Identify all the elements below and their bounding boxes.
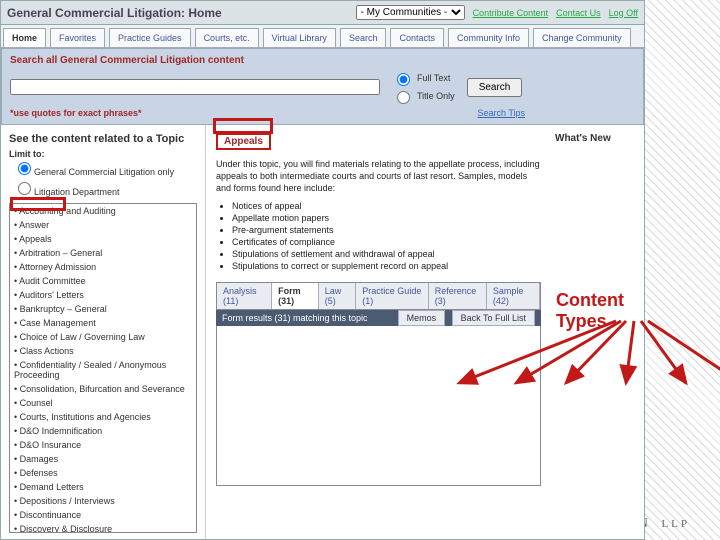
- topic-item[interactable]: • Auditors' Letters: [10, 288, 196, 302]
- topic-item[interactable]: • Bankruptcy – General: [10, 302, 196, 316]
- results-caption: Form results (31) matching this topic: [222, 313, 368, 323]
- topic-item[interactable]: • Discovery & Disclosure: [10, 522, 196, 533]
- whats-new-heading: What's New: [555, 133, 638, 144]
- bullet-item: Certificates of compliance: [232, 236, 541, 248]
- tab-courts[interactable]: Courts, etc.: [195, 28, 259, 47]
- logoff-link[interactable]: Log Off: [609, 8, 638, 18]
- topic-heading: Appeals: [216, 133, 271, 150]
- results-toolbar: Form results (31) matching this topic Me…: [216, 310, 541, 326]
- topic-item[interactable]: • Arbitration – General: [10, 246, 196, 260]
- topic-item[interactable]: • Discontinuance: [10, 508, 196, 522]
- radio-titleonly[interactable]: Title Only: [392, 88, 455, 104]
- topic-bullets: Notices of appealAppellate motion papers…: [216, 200, 541, 272]
- tab-community-info[interactable]: Community Info: [448, 28, 529, 47]
- title-bar: General Commercial Litigation: Home - My…: [1, 1, 644, 25]
- topic-item[interactable]: • Defenses: [10, 466, 196, 480]
- bullet-item: Notices of appeal: [232, 200, 541, 212]
- tab-search[interactable]: Search: [340, 28, 387, 47]
- limit-block: Limit to: General Commercial Litigation …: [9, 149, 199, 197]
- bullet-item: Stipulations of settlement and withdrawa…: [232, 248, 541, 260]
- topic-item[interactable]: • Accounting and Auditing: [10, 204, 196, 218]
- contribute-link[interactable]: Contribute Content: [473, 8, 549, 18]
- content-type-tab[interactable]: Practice Guide (1): [356, 283, 428, 309]
- topic-description: Under this topic, you will find material…: [216, 158, 541, 194]
- topic-item[interactable]: • Confidentiality / Sealed / Anonymous P…: [10, 358, 196, 382]
- topic-item[interactable]: • Choice of Law / Governing Law: [10, 330, 196, 344]
- search-input[interactable]: [10, 79, 380, 95]
- tab-virtual-library[interactable]: Virtual Library: [263, 28, 336, 47]
- content-type-tab[interactable]: Form (31): [272, 283, 319, 309]
- tab-contacts[interactable]: Contacts: [390, 28, 444, 47]
- contact-link[interactable]: Contact Us: [556, 8, 601, 18]
- results-pane[interactable]: [216, 326, 541, 486]
- topic-item[interactable]: • Class Actions: [10, 344, 196, 358]
- search-panel: Search all General Commercial Litigation…: [1, 48, 644, 125]
- limit-opt-2[interactable]: Litigation Department: [13, 179, 174, 197]
- search-hint: *use quotes for exact phrases*: [10, 108, 142, 118]
- bullet-item: Pre-argument statements: [232, 224, 541, 236]
- tab-favorites[interactable]: Favorites: [50, 28, 105, 47]
- memos-button[interactable]: Memos: [398, 310, 446, 326]
- topic-item[interactable]: • Case Management: [10, 316, 196, 330]
- topic-item[interactable]: • Courts, Institutions and Agencies: [10, 410, 196, 424]
- topic-item[interactable]: • Audit Committee: [10, 274, 196, 288]
- back-to-full-list-button[interactable]: Back To Full List: [452, 310, 535, 326]
- tab-practice-guides[interactable]: Practice Guides: [109, 28, 191, 47]
- topic-item[interactable]: • Appeals: [10, 232, 196, 246]
- bullet-item: Appellate motion papers: [232, 212, 541, 224]
- topic-item[interactable]: • Damages: [10, 452, 196, 466]
- content-type-tabs: Analysis (11)Form (31)Law (5)Practice Gu…: [216, 282, 541, 310]
- topic-item[interactable]: • Attorney Admission: [10, 260, 196, 274]
- topic-item[interactable]: • D&O Indemnification: [10, 424, 196, 438]
- topic-item[interactable]: • Counsel: [10, 396, 196, 410]
- search-tips-link[interactable]: Search Tips: [477, 108, 525, 118]
- main-tabs: Home Favorites Practice Guides Courts, e…: [1, 25, 644, 48]
- topic-item[interactable]: • Demand Letters: [10, 480, 196, 494]
- tab-home[interactable]: Home: [3, 28, 46, 47]
- radio-fulltext[interactable]: Full Text: [392, 70, 455, 86]
- limit-opt-1[interactable]: General Commercial Litigation only: [13, 159, 174, 177]
- topic-item[interactable]: • D&O Insurance: [10, 438, 196, 452]
- content-type-tab[interactable]: Law (5): [319, 283, 357, 309]
- community-select[interactable]: - My Communities -: [356, 5, 465, 20]
- topic-item[interactable]: • Answer: [10, 218, 196, 232]
- content-type-tab[interactable]: Sample (42): [487, 283, 540, 309]
- topic-item[interactable]: • Depositions / Interviews: [10, 494, 196, 508]
- page-title: General Commercial Litigation: Home: [7, 6, 222, 20]
- left-heading: See the content related to a Topic: [9, 133, 199, 145]
- tab-change-community[interactable]: Change Community: [533, 28, 631, 47]
- topic-item[interactable]: • Consolidation, Bifurcation and Severan…: [10, 382, 196, 396]
- content-type-tab[interactable]: Reference (3): [429, 283, 487, 309]
- topic-listbox[interactable]: • Accounting and Auditing• Answer• Appea…: [9, 203, 197, 533]
- content-type-tab[interactable]: Analysis (11): [217, 283, 272, 309]
- search-button[interactable]: Search: [467, 78, 523, 97]
- bullet-item: Stipulations to correct or supplement re…: [232, 260, 541, 272]
- search-title: Search all General Commercial Litigation…: [10, 55, 635, 66]
